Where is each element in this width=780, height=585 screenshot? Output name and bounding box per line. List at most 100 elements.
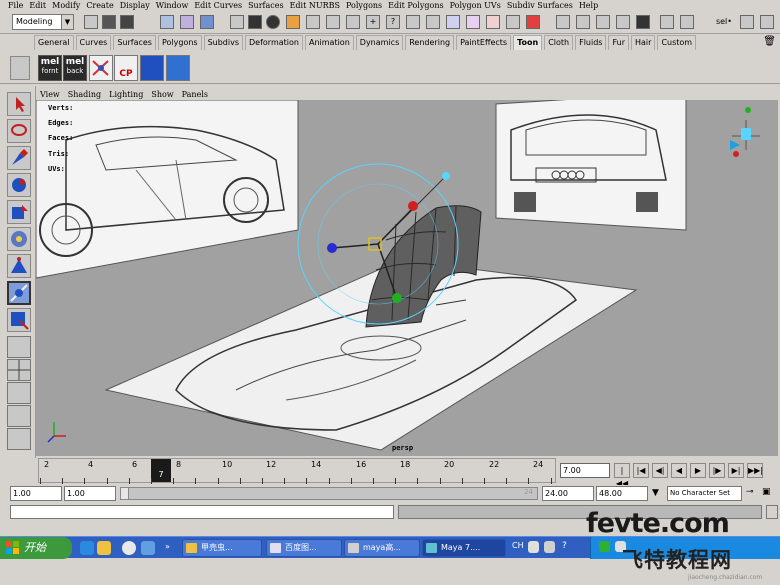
character-set-field[interactable]: No Character Set: [667, 486, 742, 501]
taskbar-button-maya[interactable]: Maya 7....: [422, 539, 506, 557]
ime-soft-keyboard-icon[interactable]: [544, 541, 555, 553]
step-back-frame-icon[interactable]: |◀: [633, 463, 649, 478]
make-live-icon[interactable]: [486, 15, 500, 29]
cylinder-icon[interactable]: [166, 55, 190, 81]
go-to-end-icon[interactable]: ▶▶|: [747, 463, 763, 478]
render-globals-icon[interactable]: [636, 15, 650, 29]
step-back-key-icon[interactable]: ◀|: [652, 463, 668, 478]
input-ops-icon[interactable]: [556, 15, 570, 29]
mask-deform-icon[interactable]: [306, 15, 320, 29]
taskbar-button-folder[interactable]: 甲壳虫...: [182, 539, 262, 557]
mask-joint-icon[interactable]: [248, 15, 262, 29]
panel-menu-panels[interactable]: Panels: [182, 89, 208, 100]
mel-command-input[interactable]: [10, 505, 394, 519]
menu-modify[interactable]: Modify: [52, 0, 80, 11]
lasso-tool-icon[interactable]: [7, 119, 31, 143]
panel-menu-show[interactable]: Show: [151, 89, 173, 100]
trash-icon[interactable]: 🗑: [763, 36, 776, 47]
key-icon[interactable]: ⊸: [746, 487, 754, 497]
mask-render-icon[interactable]: [346, 15, 360, 29]
menu-edit[interactable]: Edit: [29, 0, 46, 11]
rotate-tool-icon[interactable]: [7, 200, 31, 224]
play-backward-icon[interactable]: ◀: [671, 463, 687, 478]
media-player-icon[interactable]: [80, 541, 94, 555]
perspective-viewport[interactable]: Verts: Edges: Faces: Tris: UVs: persp: [36, 100, 778, 456]
snap-vertex-icon[interactable]: [89, 55, 113, 81]
cube-icon[interactable]: [140, 55, 164, 81]
mask-handle-icon[interactable]: [230, 15, 244, 29]
range-start-handle[interactable]: [121, 488, 129, 499]
menu-window[interactable]: Window: [156, 0, 189, 11]
tab-polygons[interactable]: Polygons: [157, 35, 202, 50]
output-ops-icon[interactable]: [576, 15, 590, 29]
snap-curve-icon[interactable]: [426, 15, 440, 29]
ime-icon[interactable]: [528, 541, 539, 553]
mask-question-icon[interactable]: ?: [386, 15, 400, 29]
taskbar-button-maya-doc[interactable]: maya高...: [344, 539, 420, 557]
anim-prefs-icon[interactable]: ▣: [762, 487, 771, 497]
manipulator-tool-icon[interactable]: [7, 254, 31, 278]
selection-field-label[interactable]: sel•: [716, 17, 732, 26]
ie-icon[interactable]: [141, 541, 155, 555]
save-scene-icon[interactable]: [120, 15, 134, 29]
language-indicator[interactable]: CH: [512, 541, 524, 550]
mask-misc-icon[interactable]: +: [366, 15, 380, 29]
channel-box-toggle-icon[interactable]: [740, 15, 754, 29]
paint-select-tool-icon[interactable]: [7, 146, 31, 170]
single-view-layout-icon[interactable]: [7, 336, 31, 358]
playback-range-bar[interactable]: 24: [120, 487, 538, 500]
ipr-render-icon[interactable]: [616, 15, 630, 29]
character-set-dropdown-icon[interactable]: ▼: [652, 488, 659, 498]
mask-surface-icon[interactable]: [286, 15, 300, 29]
tab-deformation[interactable]: Deformation: [245, 35, 303, 50]
browser-icon[interactable]: [122, 541, 136, 555]
step-forward-frame-icon[interactable]: ▶|: [728, 463, 744, 478]
four-view-layout-icon[interactable]: [7, 359, 31, 381]
tab-curves[interactable]: Curves: [75, 35, 112, 50]
new-scene-icon[interactable]: [84, 15, 98, 29]
menu-create[interactable]: Create: [86, 0, 113, 11]
start-button[interactable]: 开始: [0, 537, 72, 559]
help-icon[interactable]: ?: [562, 541, 567, 551]
mask-dynamic-icon[interactable]: [326, 15, 340, 29]
persp-graph-layout-icon[interactable]: [7, 405, 31, 427]
hypershade-layout-icon[interactable]: [7, 428, 31, 450]
menu-edit-polygons[interactable]: Edit Polygons: [388, 0, 443, 11]
menu-display[interactable]: Display: [120, 0, 150, 11]
tab-rendering[interactable]: Rendering: [405, 35, 455, 50]
move-tool-icon[interactable]: [7, 173, 31, 197]
panel-menu-view[interactable]: View: [40, 89, 60, 100]
tab-general[interactable]: General: [34, 35, 74, 50]
menu-edit-curves[interactable]: Edit Curves: [194, 0, 242, 11]
time-slider-track[interactable]: [38, 458, 556, 483]
snap-point-icon[interactable]: [446, 15, 460, 29]
shelf-menu-icon[interactable]: [10, 56, 30, 80]
menu-file[interactable]: File: [8, 0, 23, 11]
panel-menu-lighting[interactable]: Lighting: [109, 89, 143, 100]
render-view-icon[interactable]: [660, 15, 674, 29]
render-current-icon[interactable]: [526, 15, 540, 29]
menu-surfaces[interactable]: Surfaces: [248, 0, 284, 11]
menu-edit-nurbs[interactable]: Edit NURBS: [290, 0, 340, 11]
playback-end-field[interactable]: 24.00: [542, 486, 594, 501]
mel-fornt-button[interactable]: mel fornt: [38, 55, 62, 81]
tab-subdivs[interactable]: Subdivs: [203, 35, 244, 50]
show-manip-tool-icon[interactable]: [7, 308, 31, 332]
select-hierarchy-icon[interactable]: [160, 15, 174, 29]
tab-toon[interactable]: Toon: [513, 35, 543, 50]
persp-outliner-layout-icon[interactable]: [7, 382, 31, 404]
mask-curve-icon[interactable]: [266, 15, 280, 29]
select-tool-icon[interactable]: [7, 92, 31, 116]
play-forward-icon[interactable]: ▶: [690, 463, 706, 478]
tab-painteffects[interactable]: PaintEffects: [456, 35, 512, 50]
construction-history-icon[interactable]: [596, 15, 610, 29]
select-component-icon[interactable]: [200, 15, 214, 29]
go-to-start-icon[interactable]: |◀◀: [614, 463, 630, 488]
tab-hair[interactable]: Hair: [631, 35, 656, 50]
open-scene-icon[interactable]: [102, 15, 116, 29]
menu-help[interactable]: Help: [579, 0, 598, 11]
tab-animation[interactable]: Animation: [304, 35, 354, 50]
mel-back-button[interactable]: mel back: [63, 55, 87, 81]
tab-custom[interactable]: Custom: [657, 35, 697, 50]
tab-cloth[interactable]: Cloth: [544, 35, 574, 50]
